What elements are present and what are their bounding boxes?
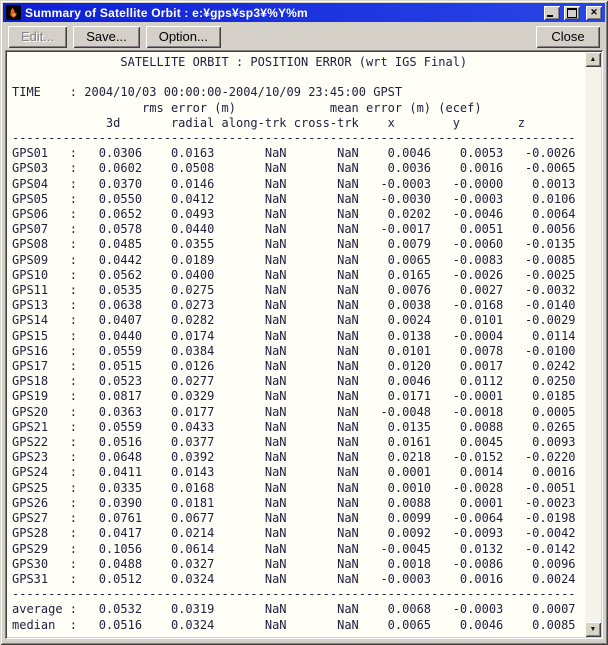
close-button[interactable]: Close: [536, 25, 600, 48]
save-button[interactable]: Save...: [73, 25, 140, 48]
scroll-track[interactable]: [585, 67, 601, 622]
option-button[interactable]: Option...: [145, 25, 221, 48]
minimize-icon: [547, 14, 553, 17]
edit-button[interactable]: Edit...: [8, 25, 68, 48]
titlebar[interactable]: Summary of Satellite Orbit : e:¥gps¥sp3¥…: [3, 3, 605, 22]
minimize-button[interactable]: [544, 5, 560, 20]
window-title: Summary of Satellite Orbit : e:¥gps¥sp3¥…: [25, 5, 308, 20]
toolbar: Edit... Save... Option... Close: [5, 25, 603, 48]
close-icon: ✕: [590, 7, 598, 17]
report-text: SATELLITE ORBIT : POSITION ERROR (wrt IG…: [12, 55, 576, 632]
app-icon: [6, 5, 21, 20]
vertical-scrollbar[interactable]: ▲ ▼: [585, 52, 601, 637]
summary-window: Summary of Satellite Orbit : e:¥gps¥sp3¥…: [0, 0, 608, 645]
maximize-button[interactable]: [564, 5, 580, 20]
scroll-up-button[interactable]: ▲: [585, 52, 601, 67]
report-panel: SATELLITE ORBIT : POSITION ERROR (wrt IG…: [5, 50, 603, 639]
scroll-down-button[interactable]: ▼: [585, 622, 601, 637]
maximize-icon: [567, 7, 577, 18]
titlebar-close-button[interactable]: ✕: [586, 5, 602, 20]
